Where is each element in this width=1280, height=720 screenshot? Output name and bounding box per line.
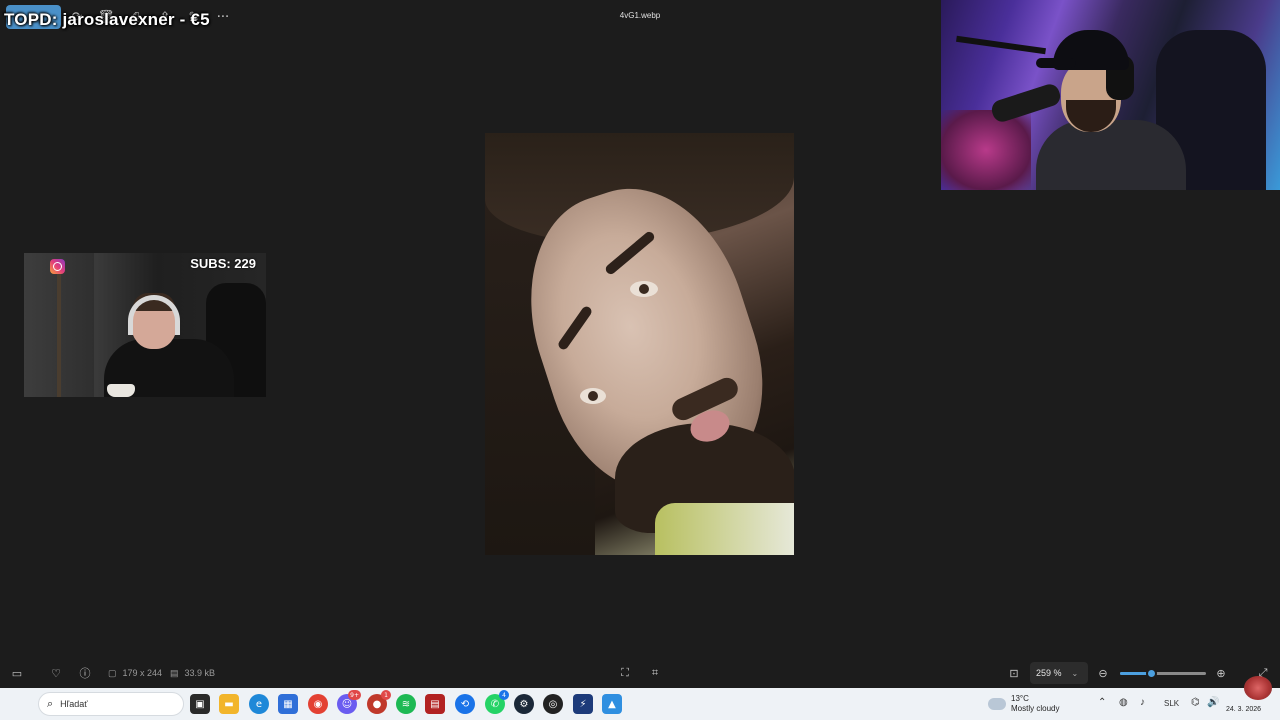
discord-icon[interactable]: ☺ 9+	[337, 690, 361, 714]
cup	[107, 384, 135, 397]
wifi-icon[interactable]: ⌬	[1191, 697, 1200, 708]
viewer-bottom-bar: ▭ ♡ ⓘ ▢ 179 x 244 ▤ 33.9 kB ⛶ ⌗ ⊡ 259 % …	[0, 660, 1280, 686]
filmstrip-icon[interactable]: ▭	[9, 665, 25, 681]
fit-to-window-icon[interactable]: ⛶	[617, 665, 633, 681]
cap-brim	[1036, 58, 1076, 68]
streamer-webcam	[941, 0, 1280, 190]
facecam-overlay	[24, 253, 266, 397]
spotify-icon[interactable]: ≋	[396, 694, 416, 714]
whatsapp-badge: 4	[499, 690, 509, 700]
chevron-up-icon[interactable]: ⌃	[1098, 697, 1106, 708]
weather-description: Mostly cloudy	[1011, 704, 1060, 713]
chrome-icon[interactable]: ◉	[308, 694, 328, 714]
webcam-light	[941, 110, 1031, 190]
obs-icon[interactable]: ◎	[543, 694, 563, 714]
chevron-down-icon: ⌄	[1071, 668, 1079, 678]
size-info: ▤ 33.9 kB	[170, 665, 215, 681]
discord-badge: 9+	[348, 690, 361, 700]
volume-icon[interactable]: 🔊	[1207, 697, 1219, 708]
file-size-icon: ▤	[170, 667, 179, 678]
network-status-icon[interactable]: ◍	[1119, 697, 1128, 708]
actual-size-icon[interactable]: ⊡	[1006, 665, 1022, 681]
more-options-button[interactable]: ···	[212, 6, 234, 28]
weather-temperature: 13°C	[1011, 694, 1029, 703]
file-explorer-icon[interactable]: ▬	[219, 694, 239, 714]
clock-date: 24. 3. 2026	[1226, 706, 1262, 713]
photos-icon[interactable]: ▲	[602, 694, 622, 714]
microphone-icon[interactable]: ♪	[1140, 697, 1145, 708]
file-name: 4vG1.webp	[619, 11, 661, 20]
background-pole	[57, 273, 61, 397]
subs-counter: SUBS: 229	[190, 256, 256, 271]
stream-sticker-overlay	[1244, 676, 1272, 700]
dimensions-info: ▢ 179 x 244	[108, 665, 162, 681]
scan-text-icon[interactable]: ⌗	[647, 665, 663, 681]
zoom-slider-thumb[interactable]	[1145, 668, 1157, 679]
zoom-out-icon[interactable]: ⊖	[1095, 665, 1111, 681]
voice-app-icon[interactable]: ▤	[425, 694, 445, 714]
windows-taskbar: ⌕ Hľadať ▣ ▬ e ▦ ◉ ☺ 9+ ● 1 ≋ ▤ ⟲ ✆ 4 ⚙ …	[0, 688, 1280, 720]
cloudy-weather-icon	[985, 694, 1006, 710]
zoom-dropdown[interactable]: 259 % ⌄	[1030, 662, 1088, 684]
task-view-icon[interactable]: ▣	[190, 694, 210, 714]
search-placeholder: Hľadať	[60, 699, 88, 709]
search-icon: ⌕	[47, 697, 54, 710]
edge-icon[interactable]: e	[249, 694, 269, 714]
weather-widget[interactable]: 13°C Mostly cloudy	[985, 693, 1060, 715]
photo-shirt	[655, 503, 794, 555]
photos-viewer-window: ▣ ⟳ 🗑 ⎙ ⇪ ✎ ··· 4vG1.webp TOPD: jaroslav…	[0, 0, 1280, 720]
dimensions-icon: ▢	[108, 667, 117, 678]
start-button[interactable]	[12, 695, 30, 713]
store-icon[interactable]: ▦	[278, 694, 298, 714]
photo-eye	[580, 388, 606, 404]
language-indicator[interactable]: SLK	[1164, 699, 1179, 708]
steam-icon[interactable]: ⚙	[514, 694, 534, 714]
streamer-body	[1036, 120, 1186, 190]
photo-eye	[630, 281, 658, 297]
app-icon[interactable]: ● 1	[367, 690, 391, 714]
zoom-slider[interactable]	[1120, 668, 1206, 679]
zoom-level: 259 %	[1036, 668, 1062, 678]
zoom-in-icon[interactable]: ⊕	[1213, 665, 1229, 681]
mic-arm	[956, 35, 1046, 55]
top-donation-label: TOPD: jaroslavexner - €5	[4, 10, 210, 29]
displayed-image	[485, 133, 794, 555]
info-icon[interactable]: ⓘ	[77, 665, 93, 681]
image-dimensions: 179 x 244	[122, 668, 163, 678]
file-size: 33.9 kB	[184, 668, 216, 678]
favorite-heart-icon[interactable]: ♡	[48, 665, 64, 681]
whatsapp-icon[interactable]: ✆ 4	[485, 690, 509, 714]
app-badge: 1	[381, 690, 391, 700]
editor-icon[interactable]: ⚡	[573, 694, 593, 714]
taskbar-search[interactable]: ⌕ Hľadať	[38, 692, 184, 716]
browser-icon[interactable]: ⟲	[455, 694, 475, 714]
